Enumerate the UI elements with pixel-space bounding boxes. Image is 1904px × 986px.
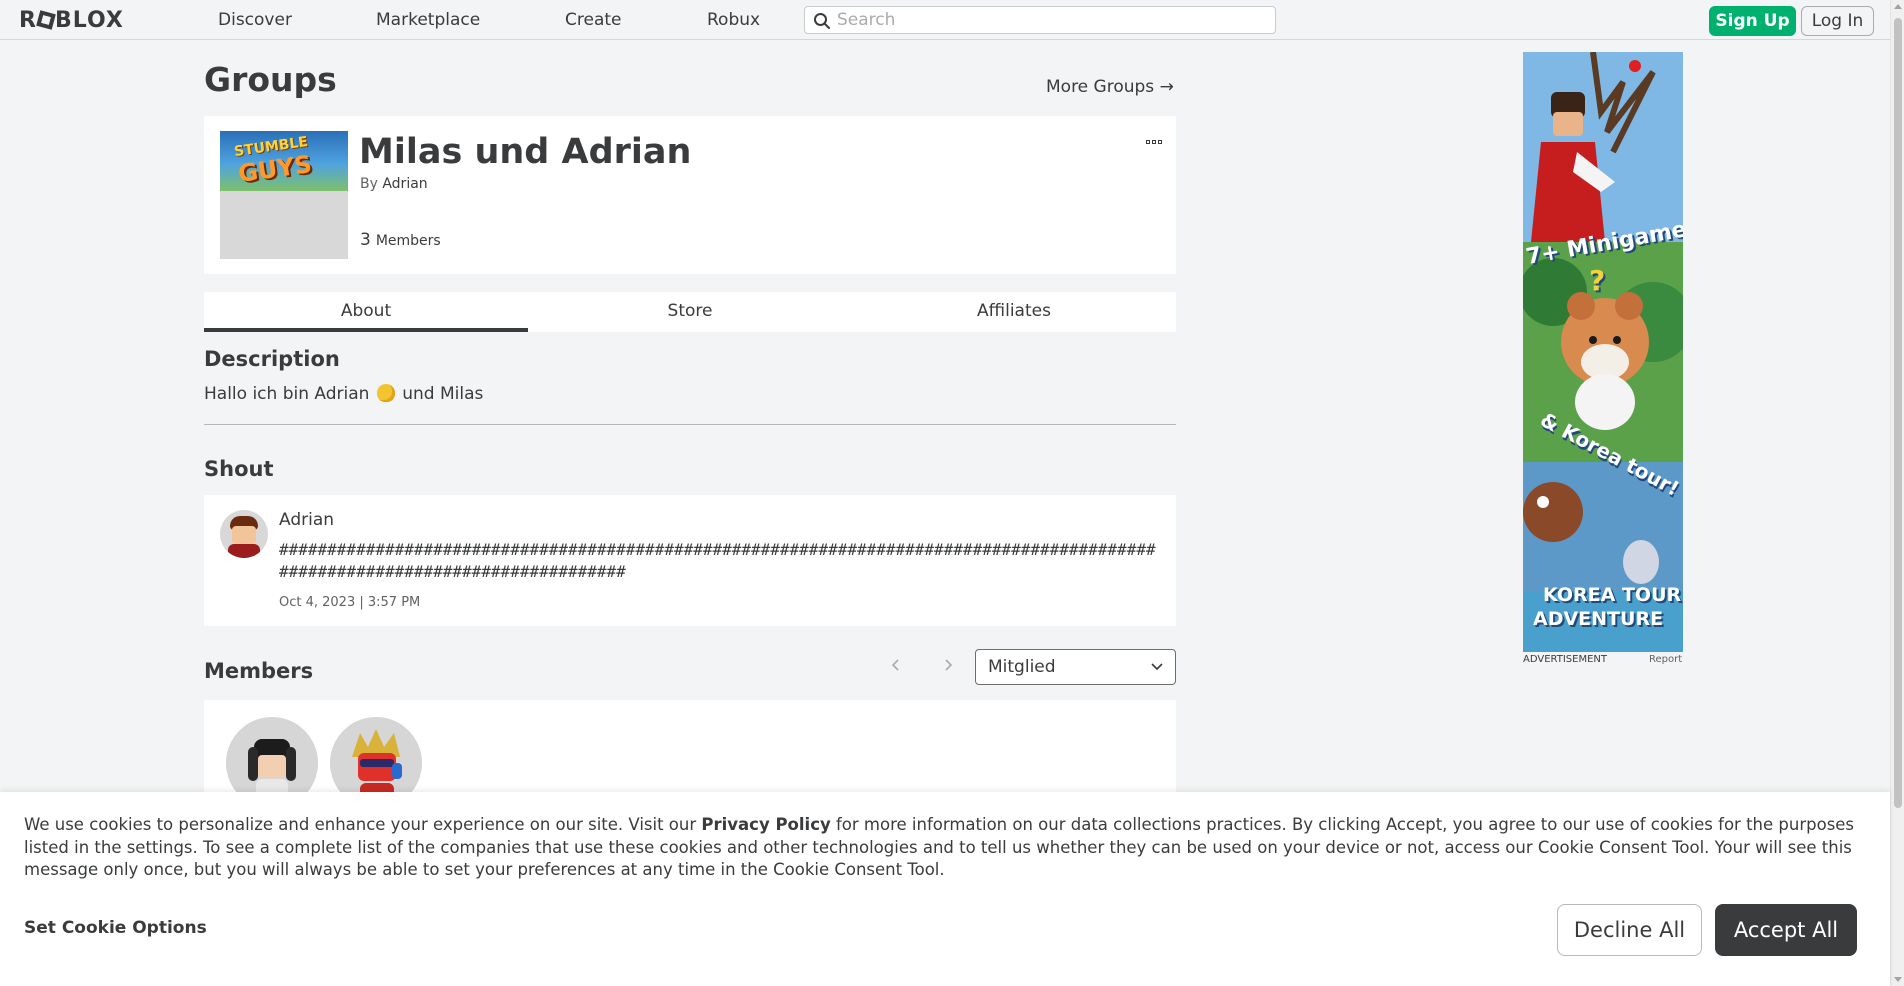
nav-discover[interactable]: Discover [218,10,292,30]
login-button[interactable]: Log In [1801,6,1874,36]
description-text-after: und Milas [402,384,484,404]
search-box[interactable] [804,6,1276,34]
group-thumbnail-banner: STUMBLE GUYS [220,131,348,191]
scroll-up-icon[interactable] [1894,4,1902,9]
page-scrollbar[interactable] [1890,0,1904,986]
shout-title: Shout [204,457,274,481]
ad-report-link[interactable]: Report [1649,654,1682,665]
privacy-policy-link[interactable]: Privacy Policy [701,815,830,834]
shout-timestamp: Oct 4, 2023 | 3:57 PM [279,595,421,610]
group-header-card: STUMBLE GUYS Milas und Adrian By Adrian … [204,116,1176,274]
advertisement-banner[interactable]: 7+ Minigames ? & Korea tour! KOREA TOUR … [1523,52,1683,652]
group-tabs: About Store Affiliates [204,292,1176,332]
member-role-select[interactable]: Mitglied [975,649,1176,685]
member-count-label: Members [375,233,441,249]
waving-hand-emoji-icon [376,384,395,402]
member-role-selected: Mitglied [988,657,1056,677]
more-options-icon[interactable] [1146,129,1166,144]
members-title: Members [204,659,314,683]
group-by-prefix: By [360,176,378,192]
ad-text-korea-tour-title: KOREA TOUR [1543,584,1682,606]
group-member-count: 3 Members [360,230,441,250]
signup-button[interactable]: Sign Up [1709,6,1796,36]
cookie-text-1: We use cookies to personalize and enhanc… [24,815,702,834]
description-text-before: Hallo ich bin Adrian [204,384,370,404]
group-thumbnail: STUMBLE GUYS [220,131,348,259]
shout-message: ########################################… [279,540,1156,581]
scrollbar-thumb[interactable] [1894,18,1902,808]
ad-text-question: ? [1589,264,1606,297]
chevron-down-icon [1151,663,1163,671]
nav-create[interactable]: Create [565,10,622,30]
accept-all-button[interactable]: Accept All [1715,904,1857,956]
advertisement-label: ADVERTISEMENT [1523,654,1608,665]
cookie-consent-banner: We use cookies to personalize and enhanc… [0,792,1890,986]
page-title: Groups [204,60,337,99]
scroll-down-icon[interactable] [1894,977,1902,982]
nav-marketplace[interactable]: Marketplace [376,10,480,30]
shout-author-avatar[interactable] [220,510,268,558]
tab-affiliates[interactable]: Affiliates [852,292,1176,332]
ad-artwork [1523,52,1683,652]
description-text: Hallo ich bin Adrian und Milas [204,384,483,404]
ad-text-adventure: ADVENTURE [1533,608,1664,630]
set-cookie-options-link[interactable]: Set Cookie Options [24,918,207,938]
search-input[interactable] [837,9,1267,31]
pager-previous-icon[interactable] [890,657,902,673]
cookie-consent-text: We use cookies to personalize and enhanc… [24,814,1869,882]
shout-card: Adrian #################################… [204,495,1176,626]
top-navigation: R BLOX Discover Marketplace Create Robux … [0,0,1890,40]
more-groups-link[interactable]: More Groups → [1046,77,1174,97]
group-name: Milas und Adrian [359,132,692,172]
member-count-number: 3 [360,230,371,250]
section-divider [204,424,1176,425]
description-title: Description [204,347,340,371]
group-owner-link[interactable]: Adrian [382,176,427,192]
roblox-logo[interactable]: R BLOX [19,8,124,33]
tab-store[interactable]: Store [528,292,852,332]
nav-robux[interactable]: Robux [707,10,760,30]
shout-author-name[interactable]: Adrian [279,510,334,530]
search-icon [814,13,830,29]
pager-next-icon[interactable] [942,657,954,673]
decline-all-button[interactable]: Decline All [1557,904,1702,956]
tab-about[interactable]: About [204,292,528,332]
group-owner: By Adrian [360,176,428,192]
